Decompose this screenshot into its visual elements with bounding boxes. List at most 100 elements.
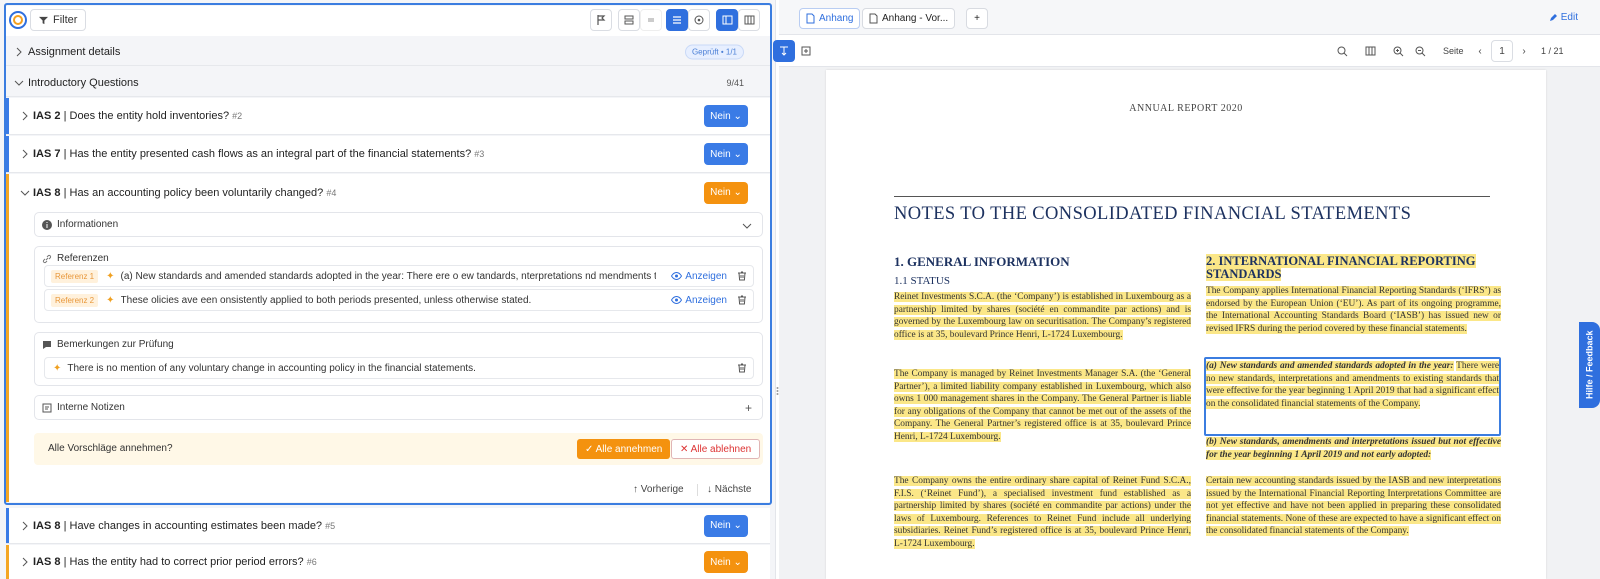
equals-button[interactable] — [640, 9, 662, 31]
status-bar — [6, 98, 9, 134]
collapse-button[interactable] — [618, 9, 640, 31]
annotate-button[interactable] — [795, 40, 817, 62]
section-assignment-details[interactable]: Assignment details Geprüft • 1/1 — [6, 38, 770, 66]
previous-button[interactable]: ↑ Vorherige — [633, 484, 684, 495]
info-card[interactable]: Informationen — [34, 212, 763, 237]
split-pane-button[interactable] — [738, 9, 760, 31]
section-label: Introductory Questions — [28, 76, 139, 89]
chevron-right-icon — [22, 111, 28, 121]
help-feedback-tab[interactable]: Hilfe / Feedback — [1579, 322, 1600, 408]
info-icon — [42, 219, 52, 230]
paragraph[interactable]: (b) New standards, amendments and interp… — [1206, 436, 1501, 461]
tab-anhang[interactable]: Anhang — [799, 8, 861, 29]
arrow-down-icon: ↓ — [707, 484, 715, 495]
page-input[interactable]: 1 — [1491, 40, 1513, 62]
answer-dropdown[interactable]: Nein ⌄ — [704, 551, 748, 573]
show-reference-button[interactable]: Anzeigen — [671, 295, 727, 306]
references-header: Referenzen — [42, 253, 109, 264]
arrow-up-icon: ↑ — [633, 484, 641, 495]
sparkle-icon: ✦ — [106, 294, 115, 306]
paragraph[interactable]: The Company is managed by Reinet Investm… — [894, 368, 1191, 443]
document-panel: Anhang Anhang - Vor... + Edit Seite ‹ 1 … — [773, 0, 1600, 579]
trash-icon[interactable] — [737, 271, 747, 281]
sparkle-icon: ✦ — [106, 270, 115, 282]
document-icon — [806, 13, 815, 24]
viewer-toolbar: Seite ‹ 1 › 1 / 21 — [773, 35, 1600, 67]
flag-toggle-button[interactable] — [590, 9, 612, 31]
palette-icon — [694, 15, 704, 25]
paragraph[interactable]: Reinet Investments S.C.A. (the ‘Company’… — [894, 291, 1191, 341]
filter-button[interactable]: Filter — [30, 9, 87, 31]
layout-icon — [1365, 46, 1375, 56]
remarks-header: Bemerkungen zur Prüfung — [42, 339, 174, 350]
tab-anhang-vor[interactable]: Anhang - Vor... — [862, 8, 956, 29]
question-text: IAS 8 | Has an accounting policy been vo… — [33, 186, 337, 199]
info-header: Informationen — [42, 219, 118, 230]
question-row[interactable]: IAS 8 | Has the entity had to correct pr… — [6, 545, 770, 579]
select-tool-button[interactable] — [773, 40, 795, 62]
show-reference-button[interactable]: Anzeigen — [671, 271, 727, 282]
reference-item[interactable]: Referenz 2 ✦ These olicies ave een onsis… — [44, 289, 754, 311]
zoom-in-button[interactable] — [1387, 40, 1409, 62]
question-row[interactable]: IAS 2 | Does the entity hold inventories… — [6, 98, 770, 135]
selection-outline — [1204, 357, 1501, 436]
question-text: IAS 2 | Does the entity hold inventories… — [33, 110, 243, 122]
page-total: 1 / 21 — [1541, 46, 1564, 56]
app-logo-icon — [9, 11, 27, 29]
question-panel: Filter Assignment details Geprüft • 1/1 … — [0, 0, 776, 579]
columns-icon — [744, 15, 754, 25]
question-header[interactable]: IAS 8 | Has an accounting policy been vo… — [6, 174, 770, 211]
answer-dropdown[interactable]: Nein ⌄ — [704, 514, 748, 537]
prev-page-button[interactable]: ‹ — [1469, 40, 1491, 62]
sparkle-icon: ✦ — [53, 362, 62, 374]
chevron-down-icon — [14, 80, 24, 86]
chevron-right-icon — [16, 47, 22, 56]
edit-button[interactable]: Edit — [1549, 12, 1578, 23]
filter-icon — [39, 16, 48, 24]
question-toolbar: Filter — [6, 6, 770, 36]
search-button[interactable] — [1331, 40, 1353, 62]
zoom-out-button[interactable] — [1409, 40, 1431, 62]
section-heading: 1. GENERAL INFORMATION — [894, 254, 1070, 269]
remark-item[interactable]: ✦ There is no mention of any voluntary c… — [44, 357, 754, 379]
reference-tag: Referenz 2 — [51, 293, 99, 307]
reject-all-button[interactable]: ✕ Alle ablehnen — [671, 439, 761, 459]
divider — [894, 196, 1490, 197]
answer-dropdown[interactable]: Nein ⌄ — [704, 143, 748, 165]
pencil-icon — [1549, 14, 1557, 21]
pdf-page: ANNUAL REPORT 2020 NOTES TO THE CONSOLID… — [826, 70, 1546, 579]
add-note-button[interactable]: + — [745, 401, 752, 415]
section-introductory-questions[interactable]: Introductory Questions 9/41 — [6, 69, 770, 97]
app-root: Filter Assignment details Geprüft • 1/1 … — [0, 0, 1600, 579]
chevron-right-icon — [22, 521, 28, 530]
internal-notes-card[interactable]: Interne Notizen + — [34, 395, 763, 420]
trash-icon[interactable] — [737, 295, 747, 305]
question-row[interactable]: IAS 7 | Has the entity presented cash fl… — [6, 136, 770, 173]
next-button[interactable]: ↓ Nächste — [707, 484, 751, 495]
references-card: Referenzen Referenz 1 ✦ (a) New standard… — [34, 246, 763, 323]
filter-label: Filter — [53, 14, 78, 26]
question-text: IAS 7 | Has the entity presented cash fl… — [33, 148, 485, 160]
next-page-button[interactable]: › — [1513, 40, 1535, 62]
subsection-heading: 1.1 STATUS — [894, 275, 950, 287]
question-row[interactable]: IAS 8 | Have changes in accounting estim… — [6, 508, 770, 544]
accept-all-button[interactable]: ✓ Alle annehmen — [577, 439, 671, 459]
paragraph[interactable]: The Company owns the entire ordinary sha… — [894, 475, 1191, 550]
reference-item[interactable]: Referenz 1 ✦ (a) New standards and amend… — [44, 265, 754, 287]
paragraph[interactable]: The Company applies International Financ… — [1206, 285, 1501, 335]
layout-button[interactable] — [1359, 40, 1381, 62]
annotate-icon — [801, 46, 811, 56]
question-text: IAS 8 | Has the entity had to correct pr… — [33, 556, 317, 568]
answer-dropdown[interactable]: Nein ⌄ — [704, 181, 748, 204]
eye-icon — [671, 272, 683, 280]
trash-icon[interactable] — [737, 363, 747, 373]
zoom-in-icon — [1393, 46, 1403, 56]
palette-button[interactable] — [688, 9, 710, 31]
paragraph[interactable]: Certain new accounting standards issued … — [1206, 475, 1501, 538]
internal-notes-header: Interne Notizen — [42, 402, 125, 413]
single-pane-button[interactable] — [716, 9, 738, 31]
list-view-button[interactable] — [666, 9, 688, 31]
answer-dropdown[interactable]: Nein ⌄ — [704, 105, 748, 127]
add-tab-button[interactable]: + — [966, 8, 988, 29]
status-bar — [6, 136, 9, 172]
